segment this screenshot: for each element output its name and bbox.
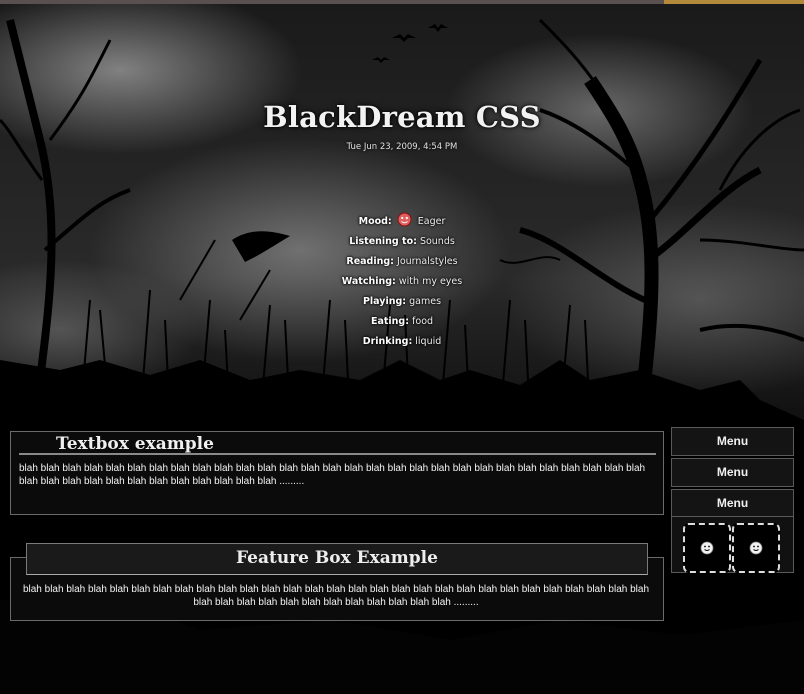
status-label: Playing: [362, 296, 407, 307]
status-label: Reading: [346, 256, 394, 267]
status-label: Drinking: [362, 336, 413, 347]
textbox-title: Textbox example [56, 434, 214, 454]
status-list: Mood: Eager Listening to: Sounds Reading… [0, 212, 804, 352]
avatar-tile-1[interactable] [683, 523, 731, 573]
status-value: Eager [417, 216, 446, 227]
post-timestamp: Tue Jun 23, 2009, 4:54 PM [346, 142, 458, 152]
avatar-tile-2[interactable] [732, 523, 780, 573]
textbox-divider [19, 453, 656, 455]
status-label: Watching: [341, 276, 396, 287]
status-label: Eating: [370, 316, 410, 327]
status-row-reading: Reading: Journalstyles [0, 252, 804, 272]
status-row-mood: Mood: Eager [0, 212, 804, 232]
featurebox-body: blah blah blah blah blah blah blah blah … [22, 584, 650, 608]
status-value: Journalstyles [397, 256, 458, 267]
status-row-listening: Listening to: Sounds [0, 232, 804, 252]
status-value: games [409, 296, 442, 307]
smiley-icon [700, 541, 714, 555]
window-top-accent [664, 0, 804, 4]
status-row-eating: Eating: food [0, 312, 804, 332]
eager-mood-icon [397, 212, 412, 227]
status-value: liquid [415, 336, 442, 347]
menu-button-2[interactable]: Menu [671, 458, 794, 487]
status-value: with my eyes [398, 276, 463, 287]
featurebox-title: Feature Box Example [26, 543, 648, 575]
status-label: Listening to: [349, 236, 417, 247]
status-value: food [412, 316, 434, 327]
status-value: Sounds [419, 236, 455, 247]
site-header: BlackDream CSS Tue Jun 23, 2009, 4:54 PM [0, 100, 804, 152]
status-row-playing: Playing: games [0, 292, 804, 312]
site-title: BlackDream CSS [263, 100, 541, 134]
status-row-drinking: Drinking: liquid [0, 332, 804, 352]
avatar-panel [671, 516, 794, 573]
status-label: Mood: [358, 216, 392, 227]
textbox-body: blah blah blah blah blah blah blah blah … [19, 463, 646, 487]
smiley-icon [749, 541, 763, 555]
status-row-watching: Watching: with my eyes [0, 272, 804, 292]
menu-button-1[interactable]: Menu [671, 427, 794, 456]
menu-button-3[interactable]: Menu [671, 489, 794, 518]
textbox-panel: Textbox example blah blah blah blah blah… [10, 431, 664, 515]
